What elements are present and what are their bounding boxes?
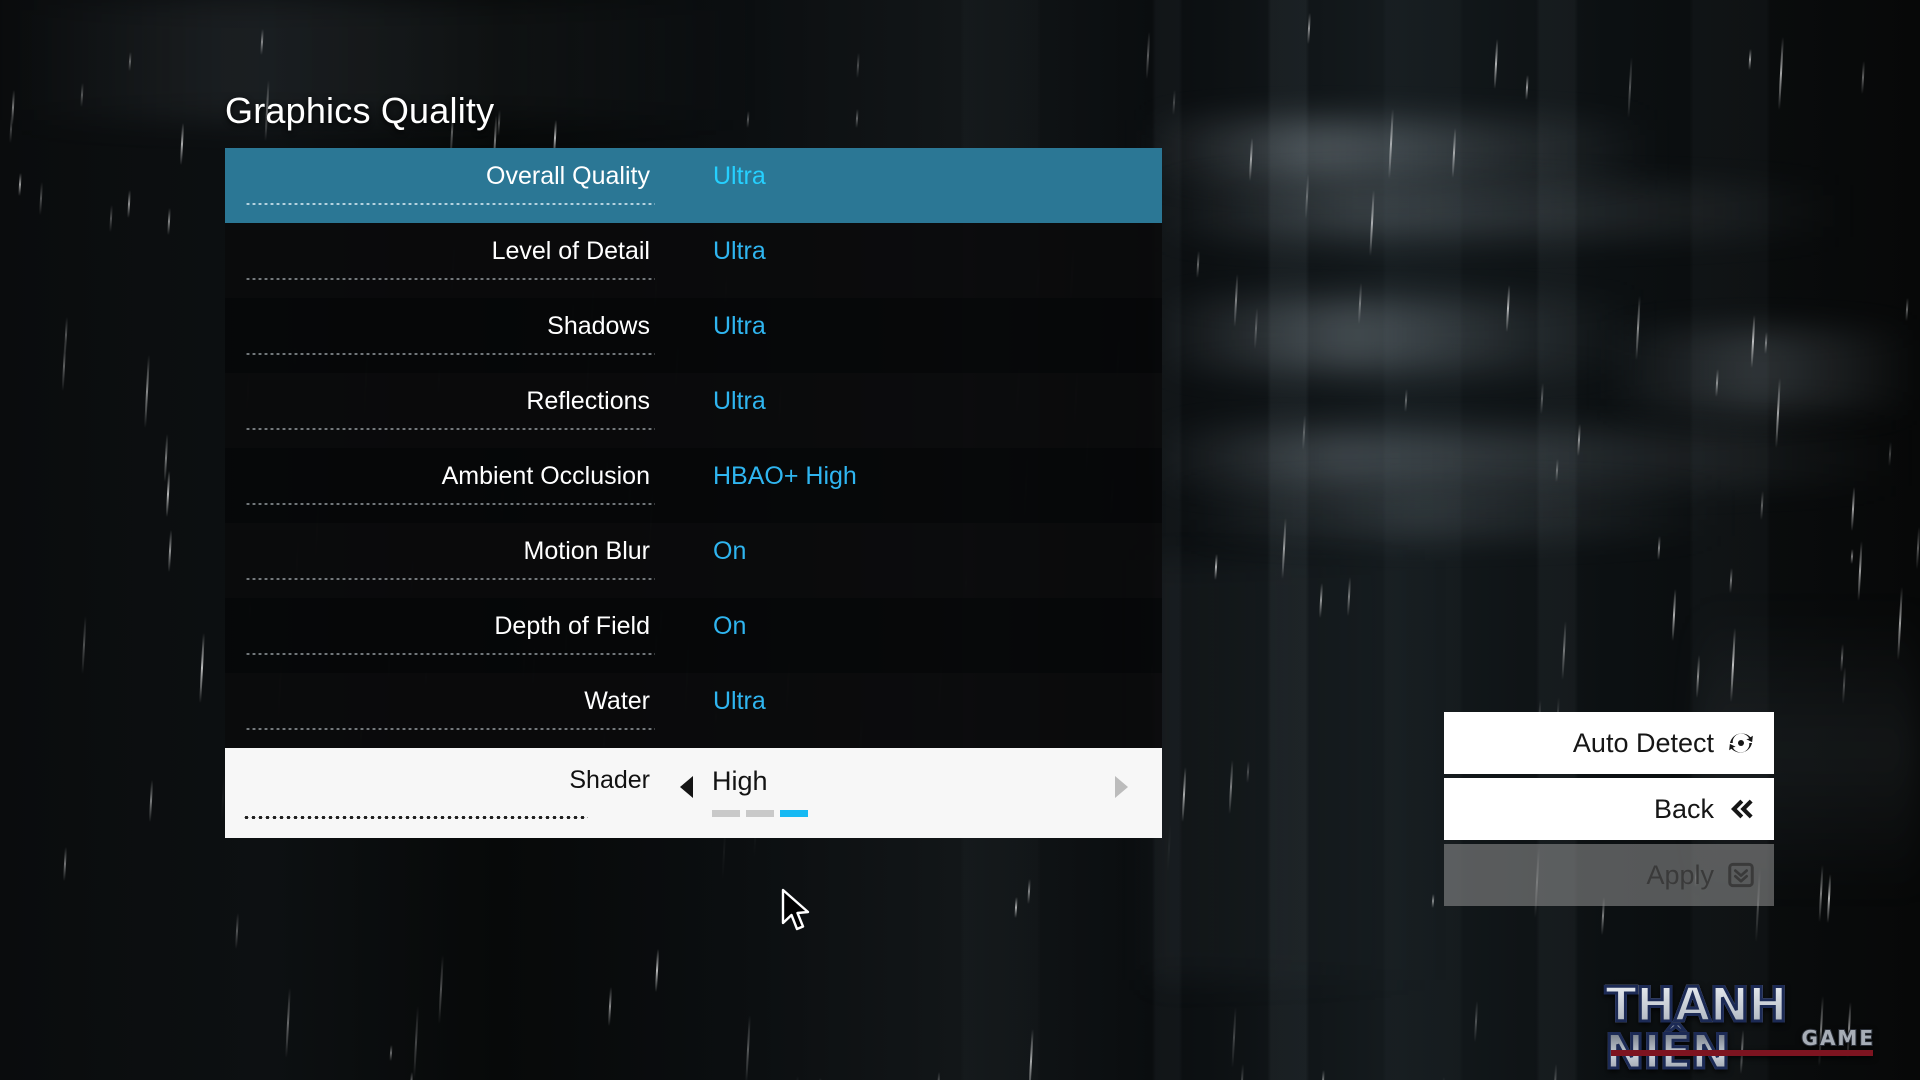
setting-row-motion-blur[interactable]: Motion Blur On	[225, 523, 1162, 598]
setting-value: Ultra	[713, 312, 766, 340]
setting-row-reflections[interactable]: Reflections Ultra	[225, 373, 1162, 448]
graphics-settings-panel: Overall Quality Ultra Level of Detail Ultra…	[225, 148, 1162, 838]
rain-streak	[855, 108, 859, 128]
menu-button-label: Apply	[1646, 859, 1714, 890]
row-dotted-separator	[245, 578, 655, 580]
setting-label: Reflections	[526, 387, 650, 415]
setting-row-shader[interactable]: Shader High	[225, 748, 1162, 838]
option-level-segments[interactable]	[712, 810, 808, 817]
setting-label: Shadows	[547, 312, 650, 340]
mouse-pointer-icon	[781, 888, 810, 931]
option-segment[interactable]	[746, 810, 774, 817]
double-chevron-left-icon	[1731, 799, 1753, 819]
row-dotted-separator	[245, 203, 655, 205]
previous-option-arrow-icon[interactable]	[680, 776, 693, 798]
menu-button-auto-detect[interactable]: Auto Detect	[1444, 712, 1774, 774]
menu-button-apply: Apply	[1444, 844, 1774, 906]
row-dotted-separator	[245, 503, 655, 505]
setting-value: Ultra	[713, 237, 766, 265]
thanh-nien-game-watermark: THANH NIÊN GAME	[1604, 981, 1877, 1078]
setting-row-water[interactable]: Water Ultra	[225, 673, 1162, 748]
row-dotted-separator	[245, 653, 655, 655]
settings-action-menu: Auto Detect Back Apply	[1444, 712, 1774, 910]
setting-row-level-of-detail[interactable]: Level of Detail Ultra	[225, 223, 1162, 298]
setting-label: Motion Blur	[523, 537, 650, 565]
setting-label: Depth of Field	[494, 612, 650, 640]
setting-value: Ultra	[713, 387, 766, 415]
setting-value: On	[713, 612, 747, 640]
rain-streak	[1431, 893, 1434, 908]
checkbox-confirm-icon	[1728, 862, 1754, 888]
rain-streak	[1321, 1069, 1325, 1080]
menu-button-back[interactable]: Back	[1444, 778, 1774, 840]
watermark-sub-text: GAME	[1801, 1025, 1875, 1051]
settings-row-list: Overall Quality Ultra Level of Detail Ultra…	[225, 148, 1162, 748]
watermark-red-bar	[1611, 1050, 1873, 1056]
setting-row-depth-of-field[interactable]: Depth of Field On	[225, 598, 1162, 673]
setting-label: Level of Detail	[491, 237, 650, 265]
page-title: Graphics Quality	[225, 90, 495, 131]
menu-button-label: Back	[1653, 793, 1714, 824]
setting-label: Ambient Occlusion	[441, 462, 650, 490]
row-dotted-separator	[245, 278, 655, 280]
rain-streak	[389, 1045, 393, 1061]
setting-row-shadows[interactable]: Shadows Ultra	[225, 298, 1162, 373]
option-segment[interactable]	[780, 810, 808, 817]
menu-button-icon	[1726, 728, 1756, 758]
setting-label: Water	[584, 687, 650, 715]
setting-label: Shader	[569, 766, 650, 794]
setting-value: Ultra	[713, 687, 766, 715]
setting-label: Overall Quality	[486, 162, 650, 190]
row-dotted-separator	[245, 353, 655, 355]
menu-button-icon	[1726, 794, 1756, 824]
menu-button-label: Auto Detect	[1572, 727, 1714, 758]
setting-value: On	[713, 537, 747, 565]
row-dotted-separator	[245, 728, 655, 730]
menu-button-icon	[1726, 860, 1756, 890]
setting-row-overall-quality[interactable]: Overall Quality Ultra	[225, 148, 1162, 223]
row-dotted-separator	[245, 428, 655, 430]
option-segment[interactable]	[712, 810, 740, 817]
setting-value: HBAO+ High	[713, 462, 857, 490]
next-option-arrow-icon[interactable]	[1115, 776, 1128, 798]
setting-row-ambient-occlusion[interactable]: Ambient Occlusion HBAO+ High	[225, 448, 1162, 523]
setting-value: High	[712, 766, 768, 796]
setting-value: Ultra	[713, 162, 766, 190]
refresh-icon	[1729, 733, 1753, 753]
row-dotted-separator	[243, 816, 588, 819]
